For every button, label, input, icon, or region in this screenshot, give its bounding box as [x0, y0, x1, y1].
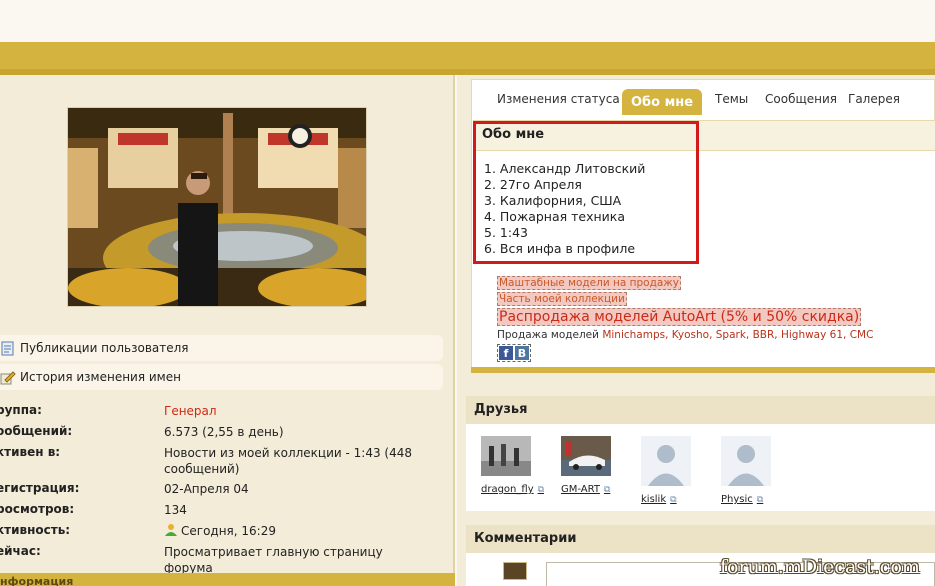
info-row-now: ейчас: Просматривает главную страницу фо…	[0, 544, 443, 575]
info-value-text: Сегодня, 16:29	[181, 524, 276, 538]
external-link-icon: ⧉	[603, 485, 611, 495]
info-key: егистрация:	[0, 481, 80, 495]
info-row-views: росмотров: 134	[0, 502, 443, 523]
autoart-brand: AutoArt	[662, 309, 717, 325]
info-row-active-in: ктивен в: Новости из моей коллекции - 1:…	[0, 445, 443, 481]
autoart-sale-link[interactable]: Распродажа моделей AutoArt (5% и 50% ски…	[497, 308, 862, 326]
info-value[interactable]: Новости из моей коллекции - 1:43 (448 со…	[164, 445, 434, 477]
info-key: ктивен в:	[0, 445, 61, 459]
friends-list: dragon_fly ⧉ GM-ART ⧉ kislik ⧉ Physic ⧉	[466, 424, 935, 511]
signature-promo: Маштабные модели на продажу Часть моей к…	[497, 276, 927, 362]
brands-list-link[interactable]: Minichamps, Kyosho, Spark, BBR, Highway …	[602, 329, 873, 341]
profile-photo	[67, 107, 367, 307]
info-value: Сегодня, 16:29	[164, 523, 434, 539]
tab-posts[interactable]: Сообщения	[765, 92, 837, 106]
site-watermark: forum.mDiecast.com	[720, 556, 920, 578]
friend-name[interactable]: GM-ART ⧉	[561, 484, 621, 495]
profile-info-table: руппа: Генерал ообщений: 6.573 (2,55 в д…	[0, 403, 443, 575]
tab-status-changes[interactable]: Изменения статуса	[497, 92, 620, 106]
name-history-label: История изменения имен	[20, 370, 181, 384]
social-links: f B	[497, 344, 531, 362]
info-value: 134	[164, 503, 187, 517]
document-icon	[1, 341, 14, 356]
info-key: ктивность:	[0, 523, 71, 537]
profile-tabs: Изменения статуса Обо мне Темы Сообщения…	[472, 80, 934, 116]
friends-title: Друзья	[466, 396, 935, 424]
header-bar	[0, 42, 935, 75]
comments-title: Комментарии	[466, 525, 935, 553]
info-value: 02-Апреля 04	[164, 482, 249, 496]
info-key: росмотров:	[0, 502, 75, 516]
info-key: ообщений:	[0, 424, 73, 438]
tab-about[interactable]: Обо мне	[622, 89, 703, 115]
friend-name-text: Physic	[721, 494, 753, 505]
commenter-avatar	[503, 562, 527, 580]
user-publications-link[interactable]: Публикации пользователя	[0, 335, 443, 361]
info-key: ейчас:	[0, 544, 41, 558]
my-collection-link[interactable]: Часть моей коллекции	[497, 292, 627, 306]
info-row-posts: ообщений: 6.573 (2,55 в день)	[0, 424, 443, 445]
external-link-icon: ⧉	[756, 495, 764, 505]
brands-sale-prefix: Продажа моделей	[497, 329, 603, 341]
friend-name[interactable]: Physic ⧉	[721, 494, 781, 505]
facebook-icon[interactable]: f	[499, 346, 513, 360]
about-panel: Обо мне 1. Александр Литовский 2. 27го А…	[473, 120, 935, 370]
profile-sidebar: Публикации пользователя История изменени…	[0, 75, 455, 586]
tab-gallery[interactable]: Галерея	[848, 92, 900, 106]
friend-item[interactable]: GM-ART ⧉	[561, 436, 621, 495]
info-value: 6.573 (2,55 в день)	[164, 425, 284, 439]
friend-name[interactable]: kislik ⧉	[641, 494, 701, 505]
default-avatar-icon	[721, 436, 771, 486]
friend-name-text: kislik	[641, 494, 667, 505]
autoart-sale-suffix: (5% и 50% скидка)	[716, 309, 860, 325]
info-value: Просматривает главную страницу форума	[164, 545, 383, 575]
friend-item[interactable]: dragon_fly ⧉	[481, 436, 545, 495]
info-value: Генерал	[164, 404, 217, 418]
friend-name[interactable]: dragon_fly ⧉	[481, 484, 545, 495]
external-link-icon: ⧉	[537, 485, 545, 495]
friend-name-text: dragon_fly	[481, 484, 534, 495]
user-online-icon	[165, 524, 177, 536]
friend-item[interactable]: Physic ⧉	[721, 436, 781, 505]
user-publications-label: Публикации пользователя	[20, 341, 189, 355]
friend-item[interactable]: kislik ⧉	[641, 436, 701, 505]
friend-avatar	[561, 436, 611, 476]
friend-name-text: GM-ART	[561, 484, 600, 495]
info-row-activity: ктивность: Сегодня, 16:29	[0, 523, 443, 544]
info-row-group: руппа: Генерал	[0, 403, 443, 424]
models-for-sale-link[interactable]: Маштабные модели на продажу	[497, 276, 681, 290]
name-history-link[interactable]: История изменения имен	[0, 364, 443, 390]
info-section-header: нформация	[0, 573, 455, 586]
vkontakte-icon[interactable]: B	[515, 346, 529, 360]
info-key: руппа:	[0, 403, 42, 417]
friend-avatar	[481, 436, 531, 476]
profile-tabs-box: Изменения статуса Обо мне Темы Сообщения…	[471, 79, 935, 371]
info-row-registered: егистрация: 02-Апреля 04	[0, 481, 443, 502]
highlight-annotation	[473, 121, 699, 264]
external-link-icon: ⧉	[670, 495, 677, 505]
tab-topics[interactable]: Темы	[715, 92, 748, 106]
pencil-icon	[0, 371, 16, 385]
top-band	[0, 0, 935, 42]
profile-box-bottom	[471, 367, 935, 373]
profile-main: Изменения статуса Обо мне Темы Сообщения…	[457, 75, 935, 586]
autoart-sale-prefix: Распродажа моделей	[499, 309, 663, 325]
default-avatar-icon	[641, 436, 691, 486]
brands-sale-text: Продажа моделей Minichamps, Kyosho, Spar…	[497, 329, 873, 341]
